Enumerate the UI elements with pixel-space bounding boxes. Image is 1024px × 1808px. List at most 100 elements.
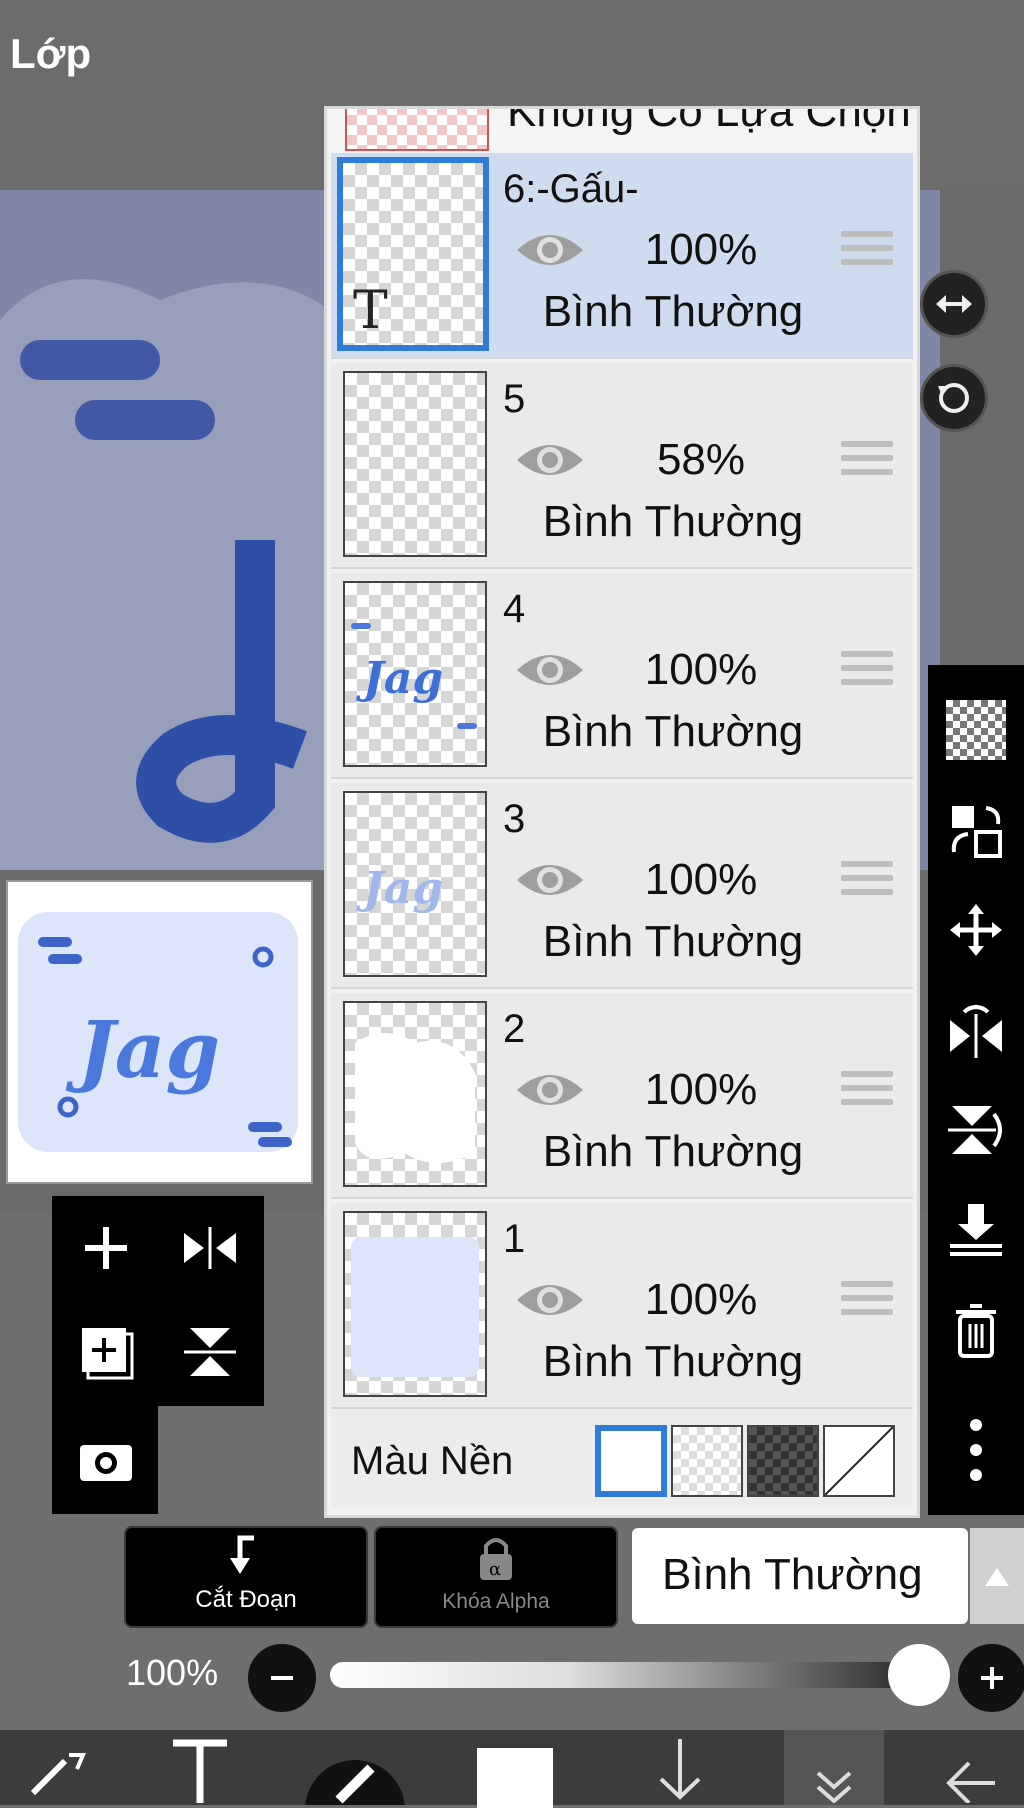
add-copy-layer-button[interactable] xyxy=(66,1312,146,1392)
layer-blend-mode: Bình Thường xyxy=(542,707,804,756)
delete-layer-button[interactable] xyxy=(928,1285,1024,1375)
eye-icon[interactable] xyxy=(513,645,587,695)
layer-row-6[interactable]: T 6:-Gấu- 100% Bình Thường xyxy=(331,153,913,359)
blend-mode-select[interactable]: Bình Thường xyxy=(632,1528,968,1624)
eye-icon[interactable] xyxy=(513,855,587,905)
resize-button[interactable] xyxy=(920,270,988,338)
drag-handle-icon[interactable] xyxy=(841,1071,893,1115)
layer-opacity: 100% xyxy=(644,645,758,694)
lock-icon: α xyxy=(480,1538,512,1580)
flip-h-icon xyxy=(950,1005,1002,1058)
layer-row-2[interactable]: 2 100% Bình Thường xyxy=(331,993,913,1199)
background-color-row: Màu Nền xyxy=(331,1409,913,1509)
layer-thumbnail xyxy=(343,1211,487,1397)
flip-vertical-button[interactable] xyxy=(170,1312,250,1392)
layer-opacity: 100% xyxy=(644,1065,758,1114)
more-options-button[interactable] xyxy=(928,1405,1024,1495)
canvas-thumbnail[interactable]: Jag xyxy=(6,880,313,1184)
layer-thumbnail: Jag xyxy=(343,791,487,977)
background-color-label: Màu Nền xyxy=(351,1439,514,1483)
flip-v-button[interactable] xyxy=(928,1085,1024,1175)
drag-handle-icon[interactable] xyxy=(841,651,893,695)
eye-icon[interactable] xyxy=(513,1275,587,1325)
eye-icon[interactable] xyxy=(513,1065,587,1115)
layer-opacity: 100% xyxy=(644,1275,758,1324)
layer-blend-mode: Bình Thường xyxy=(542,1127,804,1176)
move-icon xyxy=(950,904,1002,956)
layer-thumbnail xyxy=(343,371,487,557)
alpha-lock-button[interactable]: α Khóa Alpha xyxy=(374,1526,618,1628)
layer-down-button[interactable] xyxy=(630,1730,730,1805)
eye-icon[interactable] xyxy=(513,225,587,275)
camera-icon xyxy=(80,1445,132,1481)
collapse-icon xyxy=(816,1770,852,1803)
back-button[interactable] xyxy=(920,1730,1020,1805)
brush-icon xyxy=(305,1760,405,1805)
blend-mode-toggle[interactable] xyxy=(970,1528,1024,1624)
flip-h-button[interactable] xyxy=(928,985,1024,1075)
rotate-icon xyxy=(938,383,969,413)
drag-handle-icon[interactable] xyxy=(841,1281,893,1325)
text-tool-button[interactable] xyxy=(150,1730,250,1805)
drag-handle-icon[interactable] xyxy=(841,441,893,485)
more-icon xyxy=(970,1419,982,1481)
layer-blend-mode: Bình Thường xyxy=(542,287,804,336)
layer-thumbnail: Jag xyxy=(343,581,487,767)
alpha-lock-label: Khóa Alpha xyxy=(442,1590,550,1613)
opacity-decrease-button[interactable] xyxy=(248,1644,316,1712)
layer-name: 5 xyxy=(503,377,526,421)
layer-name: 6:-Gấu- xyxy=(503,167,639,211)
add-layer-button[interactable] xyxy=(66,1208,146,1288)
layer-blend-mode: Bình Thường xyxy=(542,917,804,966)
no-selection-item[interactable]: Không Có Lựa Chọn xyxy=(327,109,917,153)
svg-text:Jag: Jag xyxy=(356,863,443,914)
bg-swatch-transparent-light[interactable] xyxy=(671,1425,743,1497)
layer-row-5[interactable]: 5 58% Bình Thường xyxy=(331,363,913,569)
copy-transform-icon xyxy=(951,806,1002,858)
text-layer-glyph: T xyxy=(353,281,388,341)
collapse-button[interactable] xyxy=(784,1730,884,1805)
layer-fill-preview xyxy=(351,1237,479,1377)
layer-blend-mode: Bình Thường xyxy=(542,497,804,546)
drag-handle-icon[interactable] xyxy=(841,861,893,905)
transparency-button[interactable] xyxy=(928,685,1024,775)
layer-opacity: 100% xyxy=(644,855,758,904)
transform-tool-button[interactable] xyxy=(10,1730,110,1805)
no-selection-label: Không Có Lựa Chọn xyxy=(507,109,911,136)
clipping-label: Cắt Đoạn xyxy=(195,1586,297,1613)
layer-row-3[interactable]: Jag 3 100% Bình Thường xyxy=(331,783,913,989)
move-button[interactable] xyxy=(928,885,1024,975)
svg-text:α: α xyxy=(489,1559,501,1580)
bg-swatch-none[interactable] xyxy=(823,1425,895,1497)
clip-arrow-icon xyxy=(230,1535,254,1574)
camera-button[interactable] xyxy=(66,1420,146,1500)
flip-v-icon xyxy=(948,1106,1002,1154)
arrow-down-icon xyxy=(659,1738,701,1800)
drag-handle-icon[interactable] xyxy=(841,231,893,275)
no-background-icon xyxy=(824,1426,894,1496)
clipping-button[interactable]: Cắt Đoạn xyxy=(124,1526,368,1628)
color-swatch-button[interactable] xyxy=(460,1730,570,1808)
opacity-increase-button[interactable] xyxy=(958,1644,1024,1712)
add-layer-icon xyxy=(82,1328,134,1380)
triangle-up-icon xyxy=(985,1568,1009,1586)
bg-swatch-transparent-dark[interactable] xyxy=(747,1425,819,1497)
layer-row-4[interactable]: Jag 4 100% Bình Thường xyxy=(331,573,913,779)
flip-horizontal-button[interactable] xyxy=(170,1208,250,1288)
svg-text:Jag: Jag xyxy=(356,653,443,704)
layer-blend-mode: Bình Thường xyxy=(542,1337,804,1386)
layer-panel: Không Có Lựa Chọn T 6:-Gấu- 100% Bình Th… xyxy=(324,106,920,1518)
opacity-slider-track[interactable] xyxy=(330,1662,930,1688)
layer-name: 2 xyxy=(503,1007,526,1051)
copy-transform-button[interactable] xyxy=(928,785,1024,875)
right-toolbar xyxy=(928,665,1024,1515)
back-icon xyxy=(946,1761,995,1803)
brush-tool-button[interactable] xyxy=(300,1730,410,1805)
rotate-button[interactable] xyxy=(920,364,988,432)
layer-row-1[interactable]: 1 100% Bình Thường xyxy=(331,1203,913,1409)
transparency-icon xyxy=(946,700,1006,760)
opacity-slider-thumb[interactable] xyxy=(888,1644,950,1706)
bg-swatch-white[interactable] xyxy=(595,1425,667,1497)
merge-down-button[interactable] xyxy=(928,1185,1024,1275)
eye-icon[interactable] xyxy=(513,435,587,485)
